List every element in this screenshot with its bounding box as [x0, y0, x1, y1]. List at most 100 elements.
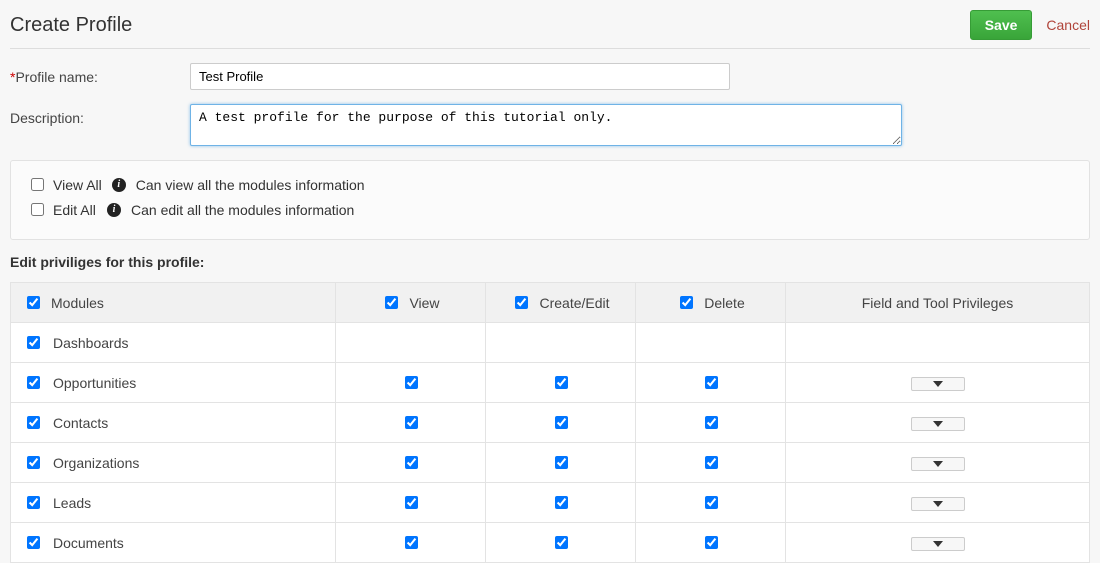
- profile-name-input[interactable]: [190, 63, 730, 90]
- module-name: Opportunities: [53, 375, 136, 391]
- create-cell: [486, 403, 636, 443]
- view-checkbox[interactable]: [405, 456, 418, 469]
- module-name: Documents: [53, 535, 124, 551]
- col-create-edit: Create/Edit: [486, 283, 636, 323]
- page-title: Create Profile: [10, 14, 132, 37]
- edit-all-desc: Can edit all the modules information: [131, 202, 354, 218]
- header-bar: Create Profile Save Cancel: [10, 10, 1090, 48]
- edit-all-label[interactable]: Edit All: [27, 200, 97, 219]
- delete-cell: [636, 483, 786, 523]
- table-row: Dashboards: [11, 323, 1090, 363]
- global-permissions-panel: View All i Can view all the modules info…: [10, 160, 1090, 240]
- edit-all-checkbox[interactable]: [31, 203, 44, 216]
- expand-button[interactable]: [911, 457, 965, 471]
- description-label: Description:: [10, 104, 190, 126]
- chevron-down-icon: [933, 461, 943, 467]
- table-row: Organizations: [11, 443, 1090, 483]
- divider: [10, 48, 1090, 49]
- create-cell: [486, 443, 636, 483]
- delete-checkbox[interactable]: [705, 536, 718, 549]
- delete-master-checkbox[interactable]: [680, 296, 693, 309]
- module-checkbox[interactable]: [27, 456, 40, 469]
- create-master-checkbox[interactable]: [515, 296, 528, 309]
- header-actions: Save Cancel: [970, 10, 1090, 40]
- col-field-priv: Field and Tool Privileges: [786, 283, 1090, 323]
- module-name: Organizations: [53, 455, 139, 471]
- privileges-cell: [786, 363, 1090, 403]
- create-cell: [486, 323, 636, 363]
- expand-button[interactable]: [911, 497, 965, 511]
- create-checkbox[interactable]: [555, 456, 568, 469]
- module-checkbox[interactable]: [27, 416, 40, 429]
- description-row: Description: A test profile for the purp…: [10, 104, 1090, 146]
- view-all-desc: Can view all the modules information: [136, 177, 365, 193]
- view-cell: [336, 483, 486, 523]
- view-checkbox[interactable]: [405, 536, 418, 549]
- view-all-checkbox[interactable]: [31, 178, 44, 191]
- module-checkbox[interactable]: [27, 496, 40, 509]
- module-cell: Dashboards: [11, 323, 336, 363]
- col-modules: Modules: [11, 283, 336, 323]
- module-checkbox[interactable]: [27, 336, 40, 349]
- edit-all-row: Edit All i Can edit all the modules info…: [27, 200, 1073, 219]
- delete-cell: [636, 403, 786, 443]
- view-cell: [336, 403, 486, 443]
- privileges-cell: [786, 443, 1090, 483]
- save-button[interactable]: Save: [970, 10, 1033, 40]
- cancel-link[interactable]: Cancel: [1046, 17, 1090, 33]
- table-row: Opportunities: [11, 363, 1090, 403]
- expand-button[interactable]: [911, 377, 965, 391]
- delete-cell: [636, 323, 786, 363]
- module-name: Contacts: [53, 415, 108, 431]
- table-row: Contacts: [11, 403, 1090, 443]
- create-checkbox[interactable]: [555, 496, 568, 509]
- view-master-checkbox[interactable]: [385, 296, 398, 309]
- create-checkbox[interactable]: [555, 416, 568, 429]
- view-checkbox[interactable]: [405, 376, 418, 389]
- view-all-row: View All i Can view all the modules info…: [27, 175, 1073, 194]
- module-cell: Leads: [11, 483, 336, 523]
- modules-master-checkbox[interactable]: [27, 296, 40, 309]
- create-cell: [486, 483, 636, 523]
- view-checkbox[interactable]: [405, 496, 418, 509]
- view-cell: [336, 363, 486, 403]
- privileges-heading: Edit priviliges for this profile:: [10, 254, 1090, 270]
- profile-name-row: *Profile name:: [10, 63, 1090, 90]
- chevron-down-icon: [933, 501, 943, 507]
- create-checkbox[interactable]: [555, 536, 568, 549]
- table-row: Leads: [11, 483, 1090, 523]
- chevron-down-icon: [933, 541, 943, 547]
- col-view: View: [336, 283, 486, 323]
- delete-checkbox[interactable]: [705, 416, 718, 429]
- profile-name-label: *Profile name:: [10, 63, 190, 85]
- view-cell: [336, 443, 486, 483]
- delete-checkbox[interactable]: [705, 376, 718, 389]
- delete-checkbox[interactable]: [705, 456, 718, 469]
- module-name: Leads: [53, 495, 91, 511]
- view-cell: [336, 323, 486, 363]
- privileges-table: Modules View Create/Edit: [10, 282, 1090, 563]
- delete-cell: [636, 363, 786, 403]
- view-checkbox[interactable]: [405, 416, 418, 429]
- create-cell: [486, 363, 636, 403]
- info-icon: i: [107, 203, 121, 217]
- table-header-row: Modules View Create/Edit: [11, 283, 1090, 323]
- module-cell: Opportunities: [11, 363, 336, 403]
- chevron-down-icon: [933, 381, 943, 387]
- view-all-label[interactable]: View All: [27, 175, 102, 194]
- create-checkbox[interactable]: [555, 376, 568, 389]
- privileges-cell: [786, 323, 1090, 363]
- module-cell: Organizations: [11, 443, 336, 483]
- description-textarea[interactable]: A test profile for the purpose of this t…: [190, 104, 902, 146]
- delete-checkbox[interactable]: [705, 496, 718, 509]
- info-icon: i: [112, 178, 126, 192]
- expand-button[interactable]: [911, 537, 965, 551]
- module-checkbox[interactable]: [27, 376, 40, 389]
- chevron-down-icon: [933, 421, 943, 427]
- delete-cell: [636, 443, 786, 483]
- module-cell: Contacts: [11, 403, 336, 443]
- col-delete: Delete: [636, 283, 786, 323]
- module-checkbox[interactable]: [27, 536, 40, 549]
- expand-button[interactable]: [911, 417, 965, 431]
- module-name: Dashboards: [53, 335, 129, 351]
